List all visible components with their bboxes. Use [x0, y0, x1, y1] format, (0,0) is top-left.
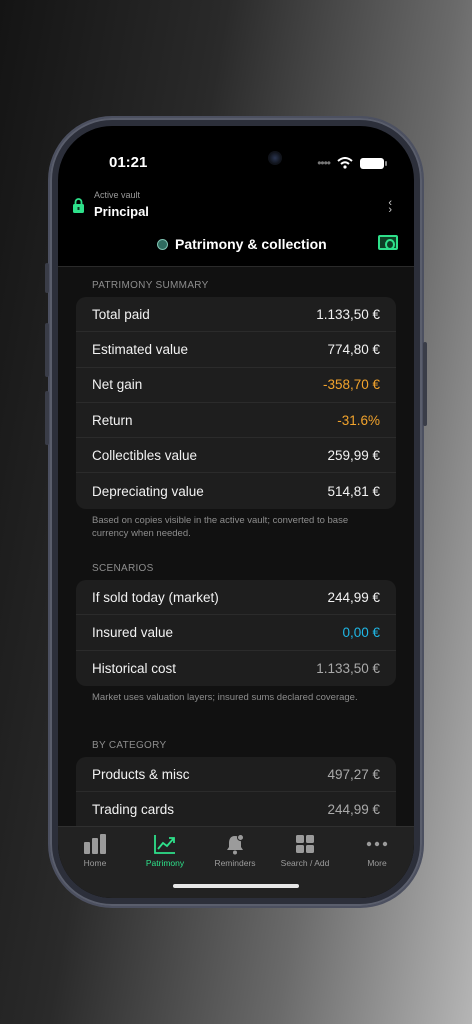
row-label: Depreciating value	[92, 483, 204, 499]
summary-footnote: Based on copies visible in the active va…	[92, 515, 349, 539]
content-scroll[interactable]: PATRIMONY SUMMARY Total paid 1.133,50 € …	[58, 267, 414, 826]
wifi-icon	[337, 157, 353, 169]
row-value: 774,80 €	[327, 341, 380, 357]
status-time: 01:21	[109, 154, 148, 171]
row-value: 497,27 €	[327, 766, 380, 782]
dynamic-island	[190, 143, 290, 173]
row-value: 514,81 €	[327, 483, 380, 499]
camera-icon	[268, 151, 282, 165]
scenarios-footnote: Market uses valuation layers; insured su…	[92, 692, 358, 703]
tab-label: Search / Add	[280, 858, 330, 868]
volume-up-button	[45, 323, 49, 377]
section-heading-scenarios: SCENARIOS	[92, 563, 154, 574]
tab-patrimony[interactable]: Patrimony	[130, 833, 200, 868]
row-depreciating-value: Depreciating value 514,81 €	[76, 473, 396, 508]
row-insured-value: Insured value 0,00 €	[76, 615, 396, 651]
tab-label: More	[367, 858, 387, 868]
row-label: Products & misc	[92, 766, 190, 782]
globe-icon	[157, 239, 168, 250]
row-label: Collectibles value	[92, 447, 198, 463]
row-net-gain: Net gain -358,70 €	[76, 368, 396, 403]
vault-name: Principal	[94, 204, 149, 219]
row-value: 244,99 €	[327, 589, 380, 605]
side-button	[423, 342, 427, 426]
status-icons: ••••	[317, 156, 387, 170]
tab-label: Home	[83, 858, 107, 868]
phone-frame: 01:21 •••• Active vault Principal ‹ › Pat…	[45, 118, 427, 906]
row-value: 1.133,50 €	[316, 660, 380, 676]
tab-more[interactable]: More	[342, 833, 412, 868]
row-label: If sold today (market)	[92, 589, 219, 605]
chevron-updown-icon[interactable]: ‹ ›	[388, 198, 392, 216]
row-collectibles-value: Collectibles value 259,99 €	[76, 438, 396, 474]
row-total-paid: Total paid 1.133,50 €	[76, 297, 396, 333]
row-label: Net gain	[92, 377, 143, 393]
tab-search-add[interactable]: Search / Add	[270, 833, 340, 868]
row-value: -358,70 €	[322, 377, 380, 393]
row-category[interactable]: Products & misc 497,27 €	[76, 757, 396, 793]
row-label: Return	[92, 412, 133, 428]
vault-selector[interactable]: Active vault Principal ‹ ›	[72, 188, 392, 228]
bar-chart-icon	[84, 834, 106, 854]
row-category[interactable]: Trading cards 244,99 €	[76, 792, 396, 826]
section-heading-summary: PATRIMONY SUMMARY	[92, 280, 209, 291]
more-icon	[366, 841, 388, 847]
row-value: 1.133,50 €	[316, 306, 380, 322]
row-return: Return -31.6%	[76, 403, 396, 439]
category-card: Products & misc 497,27 € Trading cards 2…	[76, 757, 396, 826]
tab-label: Reminders	[214, 858, 256, 868]
action-button	[45, 263, 49, 293]
row-historical-cost: Historical cost 1.133,50 €	[76, 651, 396, 686]
page-title: Patrimony & collection	[175, 236, 327, 252]
trend-up-icon	[154, 835, 175, 854]
grid-icon	[296, 835, 314, 853]
tab-reminders[interactable]: Reminders	[200, 833, 270, 868]
vault-subtitle: Active vault	[94, 190, 141, 200]
volume-down-button	[45, 391, 49, 445]
bell-icon	[227, 833, 244, 854]
row-value: -31.6%	[337, 412, 380, 428]
row-estimated-value: Estimated value 774,80 €	[76, 332, 396, 368]
lock-icon	[73, 198, 84, 213]
tab-home[interactable]: Home	[60, 833, 130, 868]
summary-card: Total paid 1.133,50 € Estimated value 77…	[76, 297, 396, 509]
tab-label: Patrimony	[145, 858, 185, 868]
row-label: Trading cards	[92, 802, 175, 818]
row-label: Estimated value	[92, 341, 189, 357]
cash-icon[interactable]	[378, 235, 398, 250]
row-value: 259,99 €	[327, 447, 380, 463]
header: Patrimony & collection	[58, 234, 414, 260]
battery-icon	[360, 157, 387, 169]
row-label: Total paid	[92, 306, 150, 322]
row-sold-today: If sold today (market) 244,99 €	[76, 580, 396, 616]
screen: 01:21 •••• Active vault Principal ‹ › Pat…	[58, 126, 414, 898]
row-label: Historical cost	[92, 660, 177, 676]
section-heading-category: BY CATEGORY	[92, 740, 167, 751]
row-value: 244,99 €	[327, 802, 380, 818]
row-label: Insured value	[92, 624, 174, 640]
home-indicator[interactable]	[173, 884, 299, 888]
signal-icon: ••••	[317, 156, 331, 170]
row-value: 0,00 €	[342, 624, 380, 640]
scenarios-card: If sold today (market) 244,99 € Insured …	[76, 580, 396, 686]
